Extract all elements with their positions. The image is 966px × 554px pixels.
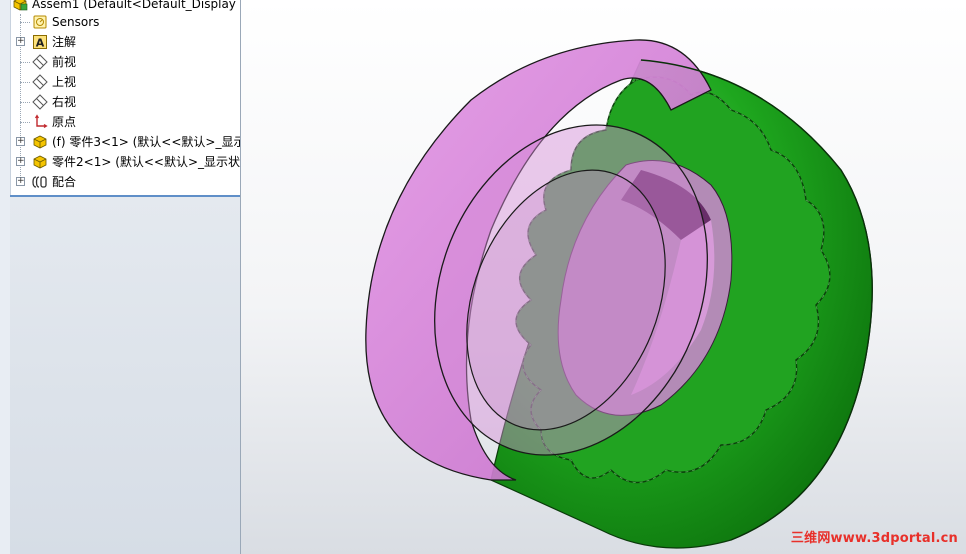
tree-item-label: 配合 [52,175,77,189]
tree-item-right-plane[interactable]: 右视 [0,92,240,112]
tree-item-label: 注解 [52,35,77,49]
mates-icon [32,176,47,188]
tree-item-label: 右视 [52,95,77,109]
tree-connector [20,82,30,83]
tree-item-front-plane[interactable]: 前视 [0,52,240,72]
tree-item-label: 前视 [52,55,77,69]
tree-empty-area [10,195,240,554]
tree-item-origin[interactable]: 原点 [0,112,240,132]
part-icon [33,155,47,169]
annotations-icon: A [33,35,47,50]
expand-icon[interactable]: + [16,177,25,186]
origin-icon [34,114,48,129]
expand-icon[interactable]: + [16,137,25,146]
part-icon [33,135,47,149]
tree-item-label: Sensors [52,15,100,29]
plane-icon [32,54,48,70]
plane-icon [32,94,48,110]
tree-item-label: 原点 [52,115,77,129]
feature-manager-tree: Assem1 (Default<Default_Display S Sensor… [0,0,241,554]
tree-item-label: 零件2<1> (默认<<默认>_显示状态 [52,155,241,169]
tree-item-part3[interactable]: + (f) 零件3<1> (默认<<默认>_显示状 [0,132,240,152]
watermark-text: 三维网www.3dportal.cn [790,531,958,546]
tree-item-label: 上视 [52,75,77,89]
sensors-icon [33,15,47,29]
tree-item-annotations[interactable]: + A 注解 [0,32,240,52]
expand-icon[interactable]: + [16,37,25,46]
tree-item-mates[interactable]: + 配合 [0,172,240,192]
tree-connector [20,122,30,123]
tree-connector [20,22,30,23]
assembly-model-view [365,39,873,549]
tree-item-part2[interactable]: + 零件2<1> (默认<<默认>_显示状态 [0,152,240,172]
tree-item-sensors[interactable]: Sensors [0,12,240,32]
graphics-viewport[interactable]: 三维网www.3dportal.cn [241,0,966,554]
tree-item-top-plane[interactable]: 上视 [0,72,240,92]
assembly-icon [13,0,28,11]
svg-text:A: A [36,37,45,50]
plane-icon [32,74,48,90]
expand-icon[interactable]: + [16,157,25,166]
tree-item-label: (f) 零件3<1> (默认<<默认>_显示状 [52,135,241,149]
tree-connector [20,62,30,63]
tree-connector [20,102,30,103]
